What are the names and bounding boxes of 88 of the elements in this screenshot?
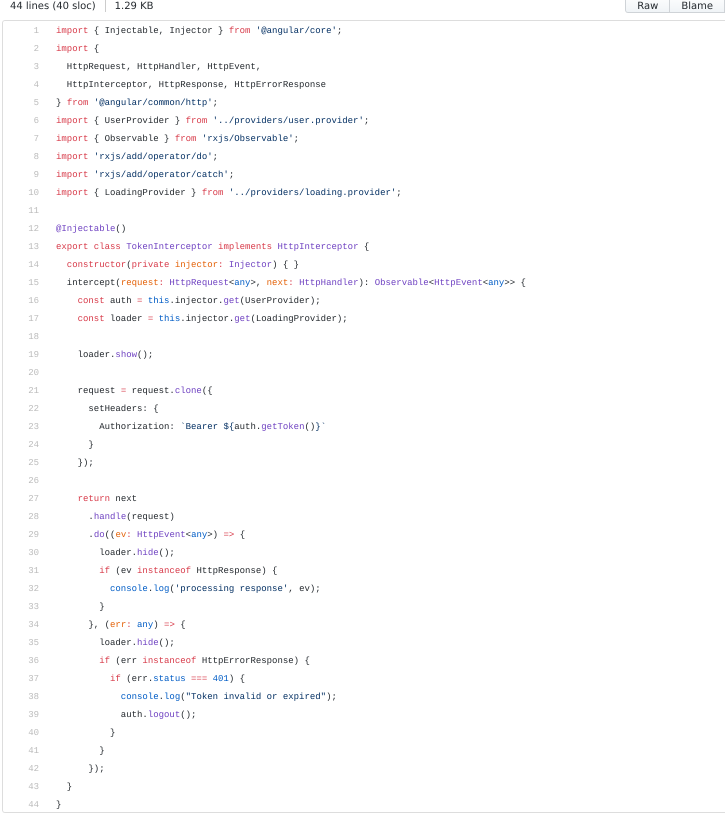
line-number: 30	[27, 548, 39, 558]
code-line: }	[56, 800, 62, 810]
line-number: 25	[27, 458, 39, 468]
code-line: setHeaders: {	[87, 404, 159, 414]
blame-button[interactable]: Blame	[669, 0, 725, 13]
line-number: 37	[27, 674, 39, 684]
code-line: if (ev instanceof HttpResponse) {	[98, 566, 278, 576]
line-number: 8	[32, 152, 39, 162]
line-number: 6	[32, 116, 39, 126]
code-line: .do((ev: HttpEvent<any>) => {	[87, 530, 246, 540]
code-line: return next	[76, 494, 138, 504]
line-number: 40	[27, 728, 39, 738]
line-number: 9	[32, 170, 39, 180]
line-number: 35	[27, 638, 39, 648]
line-number: 5	[32, 98, 39, 108]
line-number: 2	[32, 44, 39, 54]
code-line: import {	[56, 44, 100, 54]
line-number: 4	[32, 80, 39, 90]
line-number: 21	[27, 386, 39, 396]
code-line: import { LoadingProvider } from '../providers/loading.provider';	[56, 188, 402, 198]
code-line: }	[66, 782, 72, 792]
line-number: 34	[27, 620, 39, 630]
line-number: 3	[32, 62, 39, 72]
line-number: 33	[27, 602, 39, 612]
line-number: 26	[27, 476, 39, 486]
line-number: 20	[27, 368, 39, 378]
code-line: import 'rxjs/add/operator/do';	[56, 152, 218, 162]
code-line: } from '@angular/common/http';	[56, 98, 218, 108]
line-number: 18	[27, 332, 39, 342]
line-number: 22	[27, 404, 39, 414]
line-number: 38	[27, 692, 39, 702]
code-line: const auth = this.injector.get(UserProvider);	[76, 296, 321, 306]
line-number: 27	[27, 494, 39, 504]
code-line: });	[76, 458, 94, 468]
code-line: HttpInterceptor, HttpResponse, HttpErrorResponse	[66, 80, 326, 90]
line-number: 43	[27, 782, 39, 792]
code-line: if (err instanceof HttpErrorResponse) {	[98, 656, 310, 666]
code-line: const loader = this.injector.get(LoadingProvider);	[76, 314, 348, 324]
line-number: 17	[27, 314, 39, 324]
line-number: 12	[27, 224, 39, 234]
code-line: intercept(request: HttpRequest<any>, next: HttpHandler): Observable<HttpEvent<any>> {	[66, 278, 526, 288]
line-number: 7	[32, 134, 39, 144]
line-number: 19	[27, 350, 39, 360]
line-number: 41	[27, 746, 39, 756]
code-line: @Injectable()	[56, 224, 126, 234]
line-number: 39	[27, 710, 39, 720]
line-number: 31	[27, 566, 39, 576]
line-number: 23	[27, 422, 39, 432]
line-number: 10	[27, 188, 39, 198]
code-line: loader.show();	[76, 350, 154, 360]
code-line: Authorization: `Bearer ${auth.getToken()}`	[98, 422, 326, 432]
code-line: import 'rxjs/add/operator/catch';	[56, 170, 234, 180]
code-line: }	[98, 602, 105, 612]
line-number: 32	[27, 584, 39, 594]
code-line: .handle(request)	[87, 512, 175, 522]
code-line: }	[87, 440, 94, 450]
code-line: console.log('processing response', ev);	[109, 584, 321, 594]
code-line: import { Observable } from 'rxjs/Observable';	[56, 134, 300, 144]
code-line: loader.hide();	[98, 548, 175, 558]
code-line: auth.logout();	[120, 710, 196, 720]
code-line: }	[109, 728, 116, 738]
code-line: request = request.clone({	[76, 386, 213, 396]
line-number: 13	[27, 242, 39, 252]
line-number: 14	[27, 260, 39, 270]
code-line: console.log("Token invalid or expired");	[120, 692, 337, 702]
line-number: 1	[32, 26, 39, 36]
code-line: export class TokenInterceptor implements HttpInterceptor {	[56, 242, 370, 252]
code-line: HttpRequest, HttpHandler, HttpEvent,	[66, 62, 262, 72]
code-line: import { UserProvider } from '../providers/user.provider';	[56, 116, 370, 126]
line-number: 16	[27, 296, 39, 306]
line-number: 28	[27, 512, 39, 522]
line-number: 24	[27, 440, 39, 450]
code-line: });	[87, 764, 105, 774]
raw-button[interactable]: Raw	[625, 0, 670, 13]
line-count: 44 lines (40 sloc)	[10, 0, 96, 12]
file-size: 1.29 KB	[114, 0, 154, 12]
code-line: }	[98, 746, 105, 756]
line-number: 36	[27, 656, 39, 666]
code-line: import { Injectable, Injector } from '@angular/core';	[56, 26, 342, 36]
line-number: 42	[27, 764, 39, 774]
line-number: 15	[27, 278, 39, 288]
code-line: }, (err: any) => {	[87, 620, 186, 630]
code-line: loader.hide();	[98, 638, 175, 648]
line-number: 44	[27, 800, 39, 810]
line-number: 29	[27, 530, 39, 540]
code-line: if (err.status === 401) {	[109, 674, 246, 684]
line-number: 11	[27, 206, 39, 216]
code-line: constructor(private injector: Injector) { }	[66, 260, 300, 270]
